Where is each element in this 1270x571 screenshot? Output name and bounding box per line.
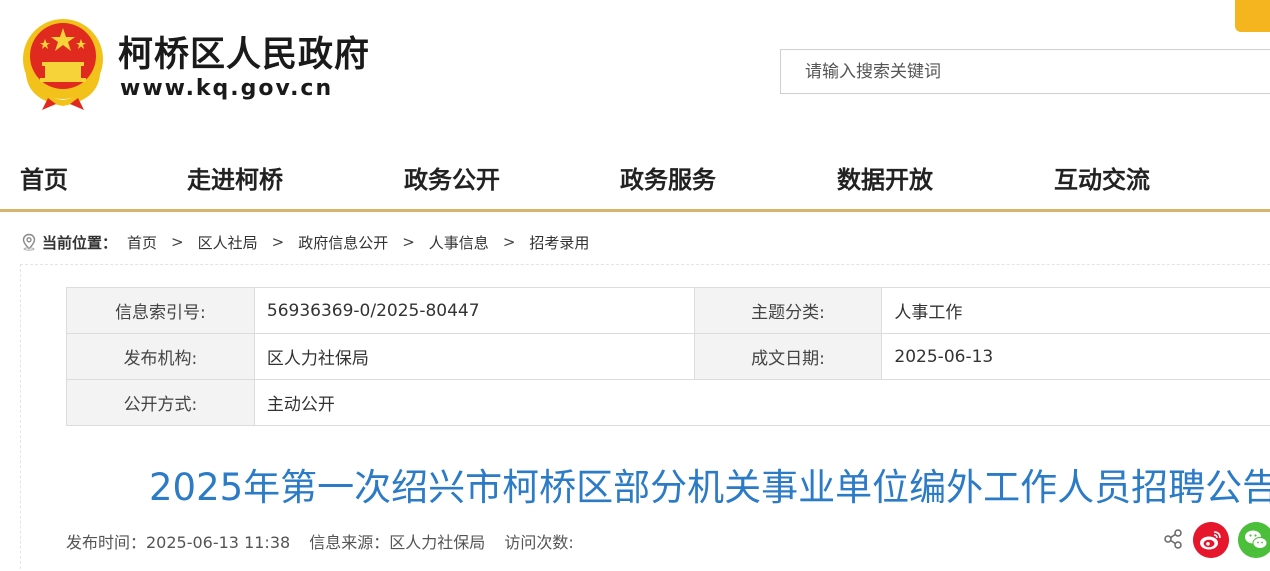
publisher-label: 发布机构: <box>66 333 255 380</box>
breadcrumb-separator: > <box>171 233 184 251</box>
date-value: 2025-06-13 <box>881 333 1270 380</box>
site-name[interactable]: 柯桥区人民政府 <box>118 26 370 77</box>
nav-item-open-data[interactable]: 数据开放 <box>837 160 933 195</box>
breadcrumb-home[interactable]: 首页 <box>127 232 157 253</box>
visit-count: 访问次数: <box>504 533 574 552</box>
info-table: 信息索引号: 56936369-0/2025-80447 主题分类: 人事工作 … <box>66 287 1270 426</box>
table-row: 公开方式: 主动公开 <box>66 379 1270 426</box>
breadcrumb: 当前位置： 首页 > 区人社局 > 政府信息公开 > 人事信息 > 招考录用 <box>20 231 589 253</box>
share-icon[interactable] <box>1162 528 1184 550</box>
location-pin-icon <box>22 233 36 251</box>
topic-label: 主题分类: <box>693 287 883 334</box>
article-meta: 发布时间：2025-06-13 11:38 信息来源：区人力社保局 访问次数: <box>66 529 588 553</box>
corner-tab[interactable] <box>1235 0 1270 32</box>
weibo-icon[interactable] <box>1193 522 1229 558</box>
breadcrumb-recruitment[interactable]: 招考录用 <box>529 232 589 253</box>
method-value: 主动公开 <box>253 379 1270 426</box>
national-emblem-icon <box>23 19 103 110</box>
main-nav: 首页 走进柯桥 政务公开 政务服务 数据开放 互动交流 <box>0 140 1270 212</box>
date-label: 成文日期: <box>693 333 883 380</box>
nav-item-interaction[interactable]: 互动交流 <box>1054 160 1150 195</box>
nav-item-home[interactable]: 首页 <box>20 160 68 195</box>
wechat-icon[interactable] <box>1238 522 1270 558</box>
site-url[interactable]: www.kq.gov.cn <box>120 76 333 101</box>
breadcrumb-separator: > <box>502 233 516 251</box>
breadcrumb-label: 当前位置： <box>42 233 118 252</box>
breadcrumb-gov-info[interactable]: 政府信息公开 <box>298 232 388 253</box>
nav-item-gov-service[interactable]: 政务服务 <box>620 160 716 195</box>
publisher-value: 区人力社保局 <box>253 333 695 380</box>
nav-item-gov-info[interactable]: 政务公开 <box>404 160 500 195</box>
method-label: 公开方式: <box>66 379 255 426</box>
nav-item-about[interactable]: 走进柯桥 <box>187 160 283 195</box>
publish-time: 发布时间：2025-06-13 11:38 <box>66 533 291 552</box>
search-input[interactable] <box>780 49 1270 94</box>
info-source: 信息来源：区人力社保局 <box>309 533 486 552</box>
index-label: 信息索引号: <box>66 287 255 334</box>
breadcrumb-bureau[interactable]: 区人社局 <box>198 232 258 253</box>
topic-value: 人事工作 <box>881 287 1270 334</box>
breadcrumb-personnel[interactable]: 人事信息 <box>429 232 489 253</box>
breadcrumb-separator: > <box>271 233 285 251</box>
index-value: 56936369-0/2025-80447 <box>253 287 695 334</box>
breadcrumb-separator: > <box>402 233 415 251</box>
table-row: 信息索引号: 56936369-0/2025-80447 主题分类: 人事工作 <box>66 287 1270 334</box>
table-row: 发布机构: 区人力社保局 成文日期: 2025-06-13 <box>66 333 1270 380</box>
article-title: 2025年第一次绍兴市柯桥区部分机关事业单位编外工作人员招聘公告 <box>149 466 1270 509</box>
